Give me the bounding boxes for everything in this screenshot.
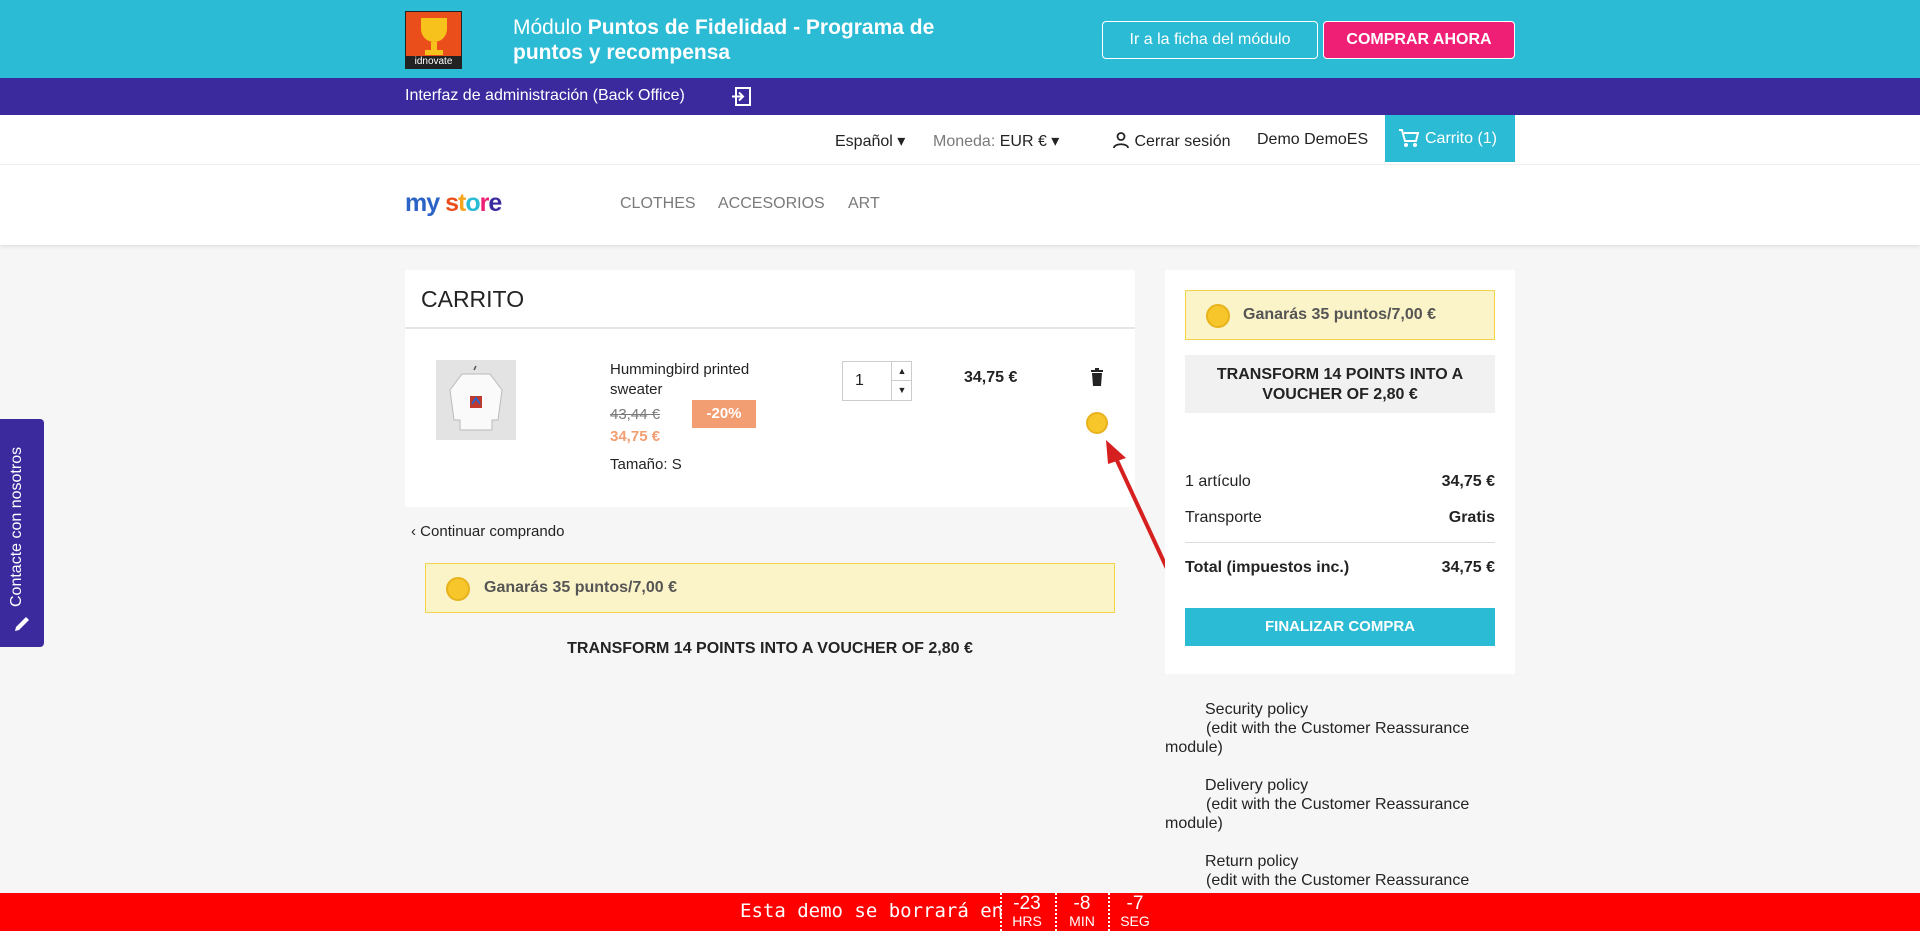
points-coin-icon bbox=[1206, 304, 1230, 328]
user-icon bbox=[1113, 132, 1129, 149]
cart-button[interactable]: Carrito (1) bbox=[1385, 115, 1515, 162]
menu-accesorios[interactable]: ACCESORIOS bbox=[718, 195, 825, 213]
user-nav: Español ▾ Moneda: EUR € ▾ Cerrar sesión … bbox=[0, 115, 1920, 165]
shipping-row: Transporte Gratis bbox=[1185, 509, 1495, 526]
product-size: Tamaño: S bbox=[610, 456, 682, 473]
menu-art[interactable]: ART bbox=[848, 195, 880, 213]
countdown-message: Esta demo se borrará en bbox=[740, 900, 1004, 922]
transform-points-button[interactable]: TRANSFORM 14 POINTS INTO A VOUCHER OF 2,… bbox=[1185, 355, 1495, 413]
sign-in-icon[interactable] bbox=[731, 87, 751, 106]
cart-icon bbox=[1399, 129, 1420, 147]
currency-selector[interactable]: Moneda: EUR € ▾ bbox=[933, 131, 1059, 151]
reassurance-return: Return policy (edit with the Customer Re… bbox=[1205, 853, 1470, 889]
discount-badge: -20% bbox=[692, 400, 756, 428]
store-header: my store CLOTHES ACCESORIOS ART bbox=[0, 165, 1920, 245]
idnovate-logo[interactable]: idnovate bbox=[405, 11, 462, 69]
language-selector[interactable]: Español ▾ bbox=[835, 131, 905, 151]
pencil-icon bbox=[15, 617, 29, 631]
points-coin-icon bbox=[446, 577, 470, 601]
regular-price: 43,44 € bbox=[610, 406, 661, 423]
reassurance-delivery: Delivery policy (edit with the Customer … bbox=[1165, 777, 1470, 832]
increase-quantity-button[interactable]: ▲ bbox=[891, 362, 912, 381]
continue-shopping-link[interactable]: ‹ Continuar comprando bbox=[411, 523, 564, 540]
quantity-stepper[interactable]: 1 ▲ ▼ bbox=[842, 361, 912, 401]
product-name[interactable]: Hummingbird printed sweater bbox=[610, 360, 780, 400]
divider bbox=[405, 327, 1135, 329]
demo-countdown-bar: Esta demo se borrará en -23 HRS -8 MIN -7 S… bbox=[0, 893, 1920, 931]
line-total: 34,75 € bbox=[964, 369, 1018, 386]
caret-down-icon: ▾ bbox=[1051, 133, 1060, 150]
trash-icon[interactable] bbox=[1090, 368, 1104, 386]
module-page-button[interactable]: Ir a la ficha del módulo bbox=[1102, 21, 1318, 59]
transform-points-link[interactable]: TRANSFORM 14 POINTS INTO A VOUCHER OF 2,… bbox=[425, 640, 1115, 658]
decrease-quantity-button[interactable]: ▼ bbox=[891, 381, 912, 400]
contact-us-tab[interactable]: Contacte con nosotros bbox=[0, 419, 44, 647]
items-subtotal-row: 1 artículo 34,75 € bbox=[1185, 473, 1495, 490]
promo-title: Módulo Puntos de Fidelidad - Programa de… bbox=[513, 16, 935, 64]
quantity-value[interactable]: 1 bbox=[855, 372, 864, 390]
reassurance-security: Security policy (edit with the Customer … bbox=[1165, 701, 1470, 756]
cart-summary: Ganarás 35 puntos/7,00 € TRANSFORM 14 PO… bbox=[1165, 270, 1515, 674]
product-price: 34,75 € bbox=[610, 428, 661, 445]
divider bbox=[1185, 542, 1495, 543]
countdown-hours: -23 HRS bbox=[1000, 893, 1052, 931]
chevron-left-icon: ‹ bbox=[411, 523, 416, 540]
countdown-minutes: -8 MIN bbox=[1055, 893, 1107, 931]
points-coin-icon bbox=[1086, 412, 1108, 434]
cart-panel: CARRITO Hummingbird printed sweater 43,4… bbox=[405, 270, 1135, 507]
total-row: Total (impuestos inc.) 34,75 € bbox=[1185, 559, 1495, 576]
countdown-seconds: -7 SEG bbox=[1108, 893, 1160, 931]
backoffice-bar: Interfaz de administración (Back Office) bbox=[0, 78, 1920, 115]
cart-title: CARRITO bbox=[421, 286, 525, 312]
logo-text: idnovate bbox=[406, 56, 461, 68]
account-link[interactable]: Demo DemoES bbox=[1257, 131, 1368, 149]
sweater-image bbox=[449, 365, 503, 431]
caret-down-icon: ▾ bbox=[897, 133, 906, 150]
points-earn-banner: Ganarás 35 puntos/7,00 € bbox=[425, 563, 1115, 613]
menu-clothes[interactable]: CLOTHES bbox=[620, 195, 696, 213]
promo-bar: idnovate Módulo Puntos de Fidelidad - Pr… bbox=[0, 0, 1920, 78]
store-logo[interactable]: my store bbox=[405, 189, 502, 218]
buy-now-button[interactable]: COMPRAR AHORA bbox=[1323, 21, 1515, 59]
summary-points-banner: Ganarás 35 puntos/7,00 € bbox=[1185, 290, 1495, 340]
backoffice-link[interactable]: Interfaz de administración (Back Office) bbox=[405, 87, 685, 105]
product-image[interactable] bbox=[436, 360, 516, 440]
trophy-icon bbox=[421, 18, 447, 42]
logout-link[interactable]: Cerrar sesión bbox=[1112, 131, 1230, 151]
checkout-button[interactable]: FINALIZAR COMPRA bbox=[1185, 608, 1495, 646]
